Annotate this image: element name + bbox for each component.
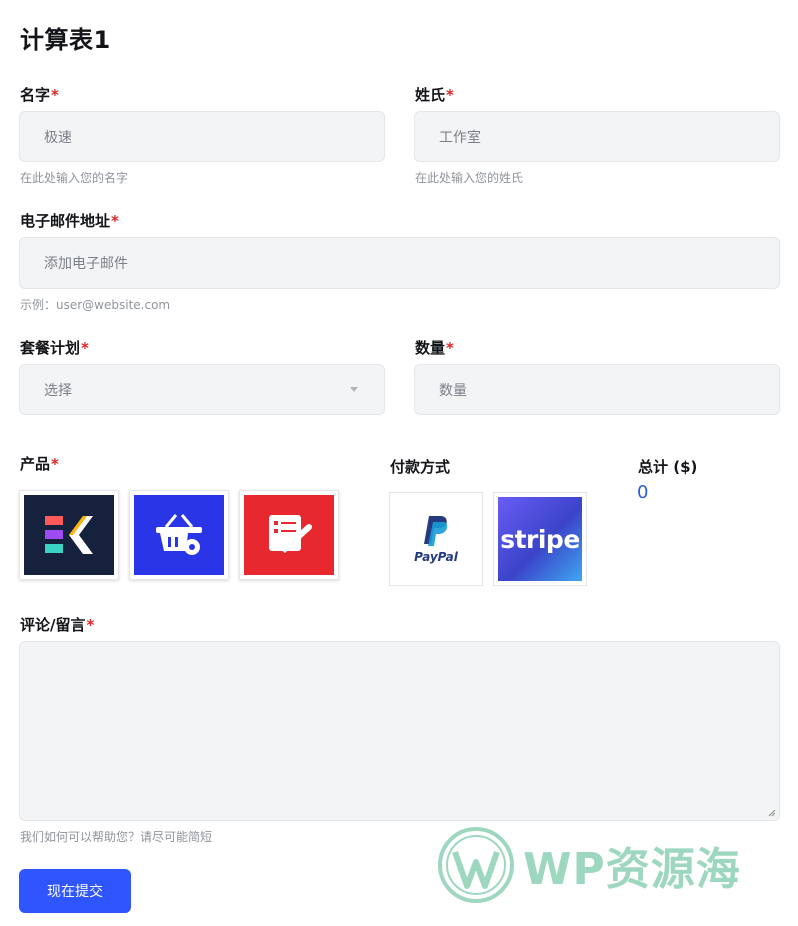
stripe-text: stripe [500, 524, 580, 554]
chevron-down-icon [350, 387, 358, 392]
last-name-label: 姓氏* [415, 84, 454, 105]
products-label-text: 产品 [20, 455, 51, 473]
product-option-basket[interactable] [129, 490, 229, 580]
last-name-label-text: 姓氏 [415, 86, 446, 104]
payment-option-stripe[interactable]: stripe [493, 492, 587, 586]
paypal-logo: PayPal [414, 514, 458, 564]
required-mark: * [51, 455, 59, 473]
first-name-input[interactable]: 极速 [19, 111, 385, 162]
total-value: 0 [637, 482, 649, 503]
first-name-label: 名字* [20, 84, 59, 105]
first-name-hint: 在此处输入您的名字 [20, 171, 129, 185]
submit-button[interactable]: 现在提交 [19, 869, 131, 913]
plan-label-text: 套餐计划 [20, 339, 81, 357]
required-mark: * [446, 339, 454, 357]
last-name-input[interactable]: 工作室 [414, 111, 780, 162]
plan-selected-value: 选择 [44, 382, 72, 399]
quantity-input[interactable]: 数量 [414, 364, 780, 415]
stripe-logo: stripe [498, 497, 582, 581]
products-label: 产品* [20, 453, 59, 474]
required-mark: * [446, 86, 454, 104]
total-label: 总计 ($) [638, 458, 698, 476]
last-name-hint: 在此处输入您的姓氏 [415, 171, 524, 185]
plan-label: 套餐计划* [20, 337, 89, 358]
product-option-checklist[interactable] [239, 490, 339, 580]
paypal-text: PayPal [414, 550, 458, 564]
product-option-elementskit[interactable] [19, 490, 119, 580]
first-name-label-text: 名字 [20, 86, 51, 104]
payment-label: 付款方式 [390, 458, 451, 476]
email-input[interactable]: 添加电子邮件 [19, 237, 780, 289]
required-mark: * [51, 86, 59, 104]
required-mark: * [81, 339, 89, 357]
wordpress-logo-icon [438, 827, 514, 903]
email-label: 电子邮件地址* [20, 210, 119, 231]
comment-label-text: 评论/留言 [20, 616, 86, 634]
required-mark: * [111, 212, 119, 230]
quantity-label: 数量* [415, 337, 454, 358]
form-title: 计算表1 [20, 26, 111, 54]
checklist-icon [244, 495, 334, 575]
watermark: WP资源海 [437, 826, 741, 904]
comment-hint: 我们如何可以帮助您？请尽可能简短 [20, 830, 213, 844]
last-name-value: 工作室 [439, 129, 481, 146]
email-hint: 示例：user@website.com [20, 298, 171, 312]
watermark-text: WP资源海 [523, 844, 741, 895]
quantity-placeholder: 数量 [439, 382, 467, 399]
comment-label: 评论/留言* [20, 614, 94, 635]
basket-gear-icon [134, 495, 224, 575]
quantity-label-text: 数量 [415, 339, 446, 357]
email-label-text: 电子邮件地址 [20, 212, 111, 230]
payment-option-paypal[interactable]: PayPal [389, 492, 483, 586]
paypal-icon [423, 516, 448, 546]
email-placeholder: 添加电子邮件 [44, 256, 128, 272]
resize-handle-icon[interactable] [768, 809, 776, 817]
plan-select[interactable]: 选择 [19, 364, 385, 415]
elementskit-logo-icon [24, 495, 114, 575]
required-mark: * [86, 616, 95, 634]
comment-textarea[interactable] [19, 641, 780, 821]
first-name-value: 极速 [44, 129, 72, 146]
